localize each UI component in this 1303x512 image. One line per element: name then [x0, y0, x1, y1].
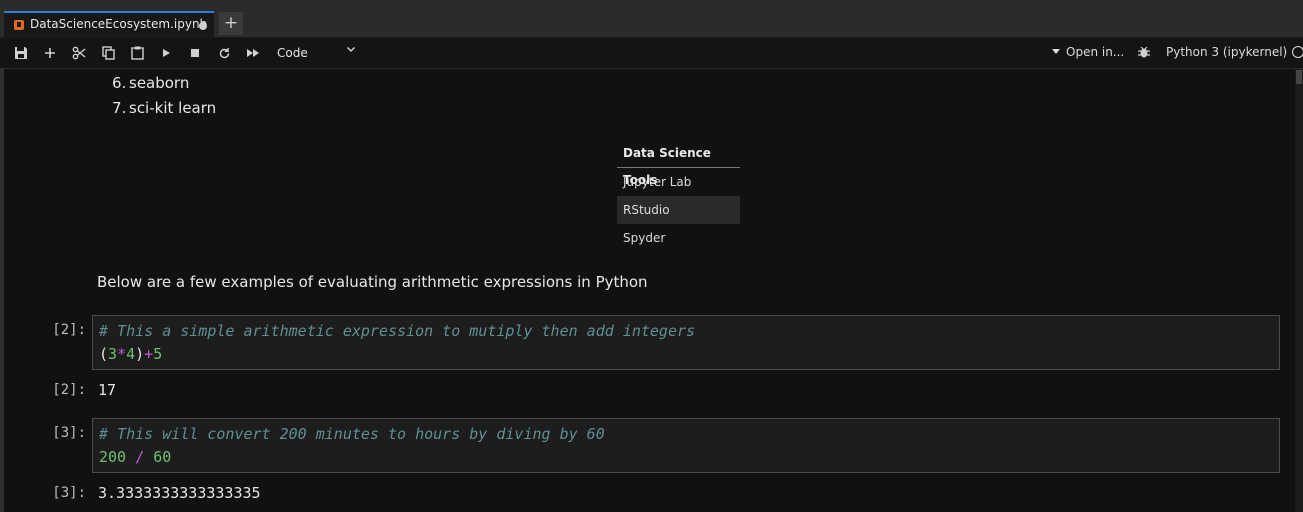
- table-row: Jupyter Lab: [623, 175, 692, 189]
- data-science-tools-table: Data Science Tools Jupyter Lab RStudio S…: [617, 140, 740, 252]
- markdown-paragraph: Below are a few examples of evaluating a…: [97, 273, 648, 291]
- left-gutter: [0, 69, 4, 512]
- kernel-status-icon: [1292, 46, 1303, 58]
- restart-button[interactable]: [211, 38, 237, 68]
- table-header: Data Science Tools: [617, 140, 740, 187]
- list-item: 6. seaborn: [112, 71, 216, 96]
- cell-output: 3.3333333333333335: [98, 484, 261, 502]
- output-prompt: [3]:: [52, 485, 86, 501]
- save-button[interactable]: [8, 38, 34, 68]
- cut-button[interactable]: [66, 38, 92, 68]
- cell-type-select[interactable]: Code: [270, 43, 360, 63]
- open-in-menu[interactable]: Open in...: [1052, 45, 1124, 59]
- list-item-text: sci-kit learn: [129, 99, 217, 117]
- code-token: ): [135, 345, 145, 363]
- notebook-icon: [14, 20, 24, 30]
- notebook-tab[interactable]: DataScienceEcosystem.ipynb: [4, 11, 214, 37]
- unsaved-indicator-icon[interactable]: [199, 22, 207, 30]
- run-button[interactable]: [153, 38, 179, 68]
- scrollbar-thumb[interactable]: [1296, 70, 1302, 84]
- notebook-toolbar: Code Open in... Python 3 (ipykernel): [0, 38, 1303, 69]
- stop-icon: [191, 49, 199, 57]
- code-cell-editor[interactable]: # This will convert 200 minutes to hours…: [92, 418, 1280, 473]
- cell-output: 17: [98, 381, 117, 399]
- markdown-list: 6. seaborn 7. sci-kit learn: [112, 71, 216, 121]
- code-token: 5: [153, 345, 163, 363]
- run-icon: [163, 49, 170, 57]
- list-number: 7.: [112, 99, 127, 117]
- paste-icon: [130, 46, 144, 60]
- list-item-text: seaborn: [129, 74, 190, 92]
- chevron-down-icon: [346, 46, 356, 53]
- list-number: 6.: [112, 74, 127, 92]
- open-in-label: Open in...: [1066, 45, 1125, 59]
- fast-forward-icon: [247, 49, 259, 57]
- code-token: *: [117, 345, 127, 363]
- debugger-bug-icon[interactable]: [1137, 45, 1151, 59]
- list-item: 7. sci-kit learn: [112, 96, 216, 121]
- restart-icon: [219, 47, 229, 58]
- tab-bar: DataScienceEcosystem.ipynb +: [0, 0, 1303, 38]
- output-prompt: [2]:: [52, 382, 86, 398]
- code-token: 200: [99, 448, 127, 466]
- save-icon: [15, 47, 27, 59]
- caret-down-icon: [1052, 49, 1060, 54]
- code-cell-editor[interactable]: # This a simple arithmetic expression to…: [92, 315, 1280, 370]
- code-token: 3: [108, 345, 118, 363]
- add-cell-button[interactable]: [37, 38, 63, 68]
- code-comment: # This a simple arithmetic expression to…: [99, 322, 696, 340]
- code-token: (: [99, 345, 109, 363]
- cut-icon: [72, 46, 86, 60]
- tab-title: DataScienceEcosystem.ipynb: [30, 17, 208, 31]
- copy-icon: [101, 46, 115, 60]
- interrupt-button[interactable]: [182, 38, 208, 68]
- cell-type-value: Code: [277, 46, 308, 60]
- code-token: 60: [153, 448, 172, 466]
- paste-button[interactable]: [124, 38, 150, 68]
- input-prompt: [2]:: [52, 322, 86, 338]
- table-row: RStudio: [617, 196, 740, 224]
- copy-button[interactable]: [95, 38, 121, 68]
- add-icon: [45, 48, 55, 58]
- new-tab-button[interactable]: +: [219, 12, 243, 35]
- vertical-scrollbar[interactable]: [1295, 69, 1303, 512]
- restart-run-all-button[interactable]: [240, 38, 266, 68]
- code-comment: # This will convert 200 minutes to hours…: [99, 425, 605, 443]
- code-token: /: [126, 448, 154, 466]
- input-prompt: [3]:: [52, 425, 86, 441]
- code-token: 4: [126, 345, 136, 363]
- code-token: +: [144, 345, 154, 363]
- table-row: Spyder: [623, 231, 666, 245]
- kernel-name[interactable]: Python 3 (ipykernel): [1166, 45, 1287, 59]
